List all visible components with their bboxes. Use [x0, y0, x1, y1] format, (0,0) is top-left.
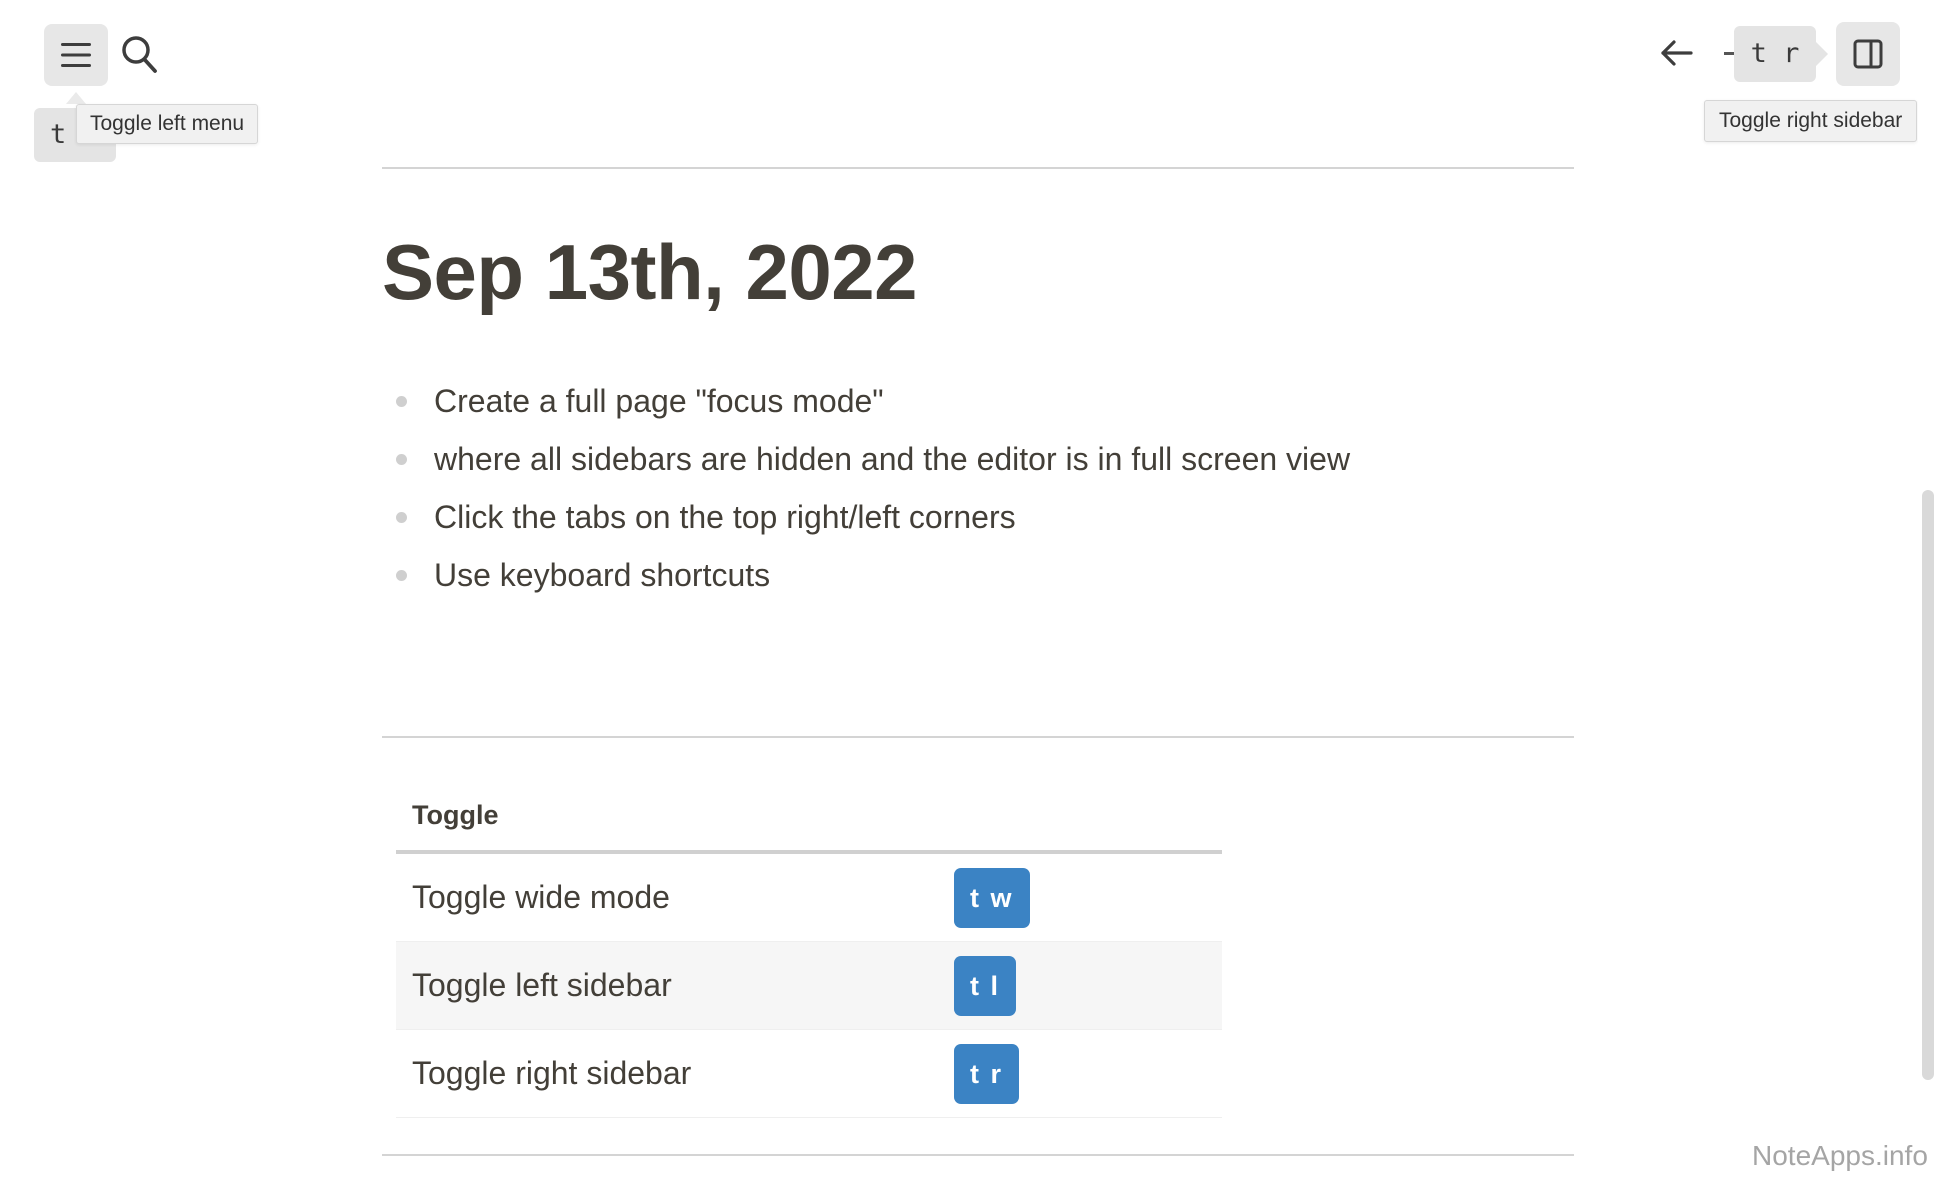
divider-middle: [382, 736, 1574, 738]
watermark: NoteApps.info: [1752, 1140, 1928, 1171]
bullet-block[interactable]: Use keyboard shortcuts: [382, 546, 1350, 604]
page-title[interactable]: Sep 13th, 2022: [382, 222, 917, 322]
back-button[interactable]: [1654, 30, 1700, 76]
table-row: Toggle left sidebar t l: [396, 941, 1222, 1030]
shortcut-key-badge: t l: [954, 955, 1016, 1016]
shortcut-keys-cell: t w: [953, 852, 1222, 942]
bullet-dot[interactable]: [396, 570, 407, 581]
shortcut-label: Toggle wide mode: [396, 852, 953, 942]
table-header: Toggle: [396, 780, 1222, 854]
shortcut-label: Toggle right sidebar: [396, 1029, 953, 1118]
bullet-list: Create a full page "focus mode" where al…: [382, 372, 1350, 604]
bullet-block[interactable]: Click the tabs on the top right/left cor…: [382, 488, 1350, 546]
search-icon: [122, 36, 157, 73]
bullet-dot[interactable]: [396, 512, 407, 523]
search-button[interactable]: [118, 32, 162, 78]
bullet-text[interactable]: where all sidebars are hidden and the ed…: [434, 441, 1350, 477]
bullet-dot[interactable]: [396, 396, 407, 407]
toggle-right-sidebar-button[interactable]: [1836, 22, 1900, 86]
bullet-dot[interactable]: [396, 454, 407, 465]
bullet-text[interactable]: Click the tabs on the top right/left cor…: [434, 499, 1016, 535]
tooltip-arrow: [66, 92, 86, 104]
shortcut-label: Toggle left sidebar: [396, 941, 953, 1030]
shortcut-hint-arrow: [1816, 42, 1828, 66]
shortcut-key-badge: t w: [954, 867, 1030, 928]
bullet-text[interactable]: Use keyboard shortcuts: [434, 557, 770, 593]
arrow-left-icon: [1661, 40, 1693, 66]
shortcut-table: Toggle Toggle wide mode t w Toggle left …: [396, 780, 1222, 1118]
divider-bottom: [382, 1154, 1574, 1156]
shortcut-keys-cell: t l: [953, 941, 1222, 1030]
divider-top: [382, 167, 1574, 169]
table-row: Toggle right sidebar t r: [396, 1029, 1222, 1118]
table-row: Toggle wide mode t w: [396, 852, 1222, 942]
bullet-block[interactable]: Create a full page "focus mode": [382, 372, 1350, 430]
toggle-right-sidebar-tooltip: Toggle right sidebar: [1704, 100, 1918, 142]
scrollbar-thumb[interactable]: [1922, 490, 1934, 1080]
toggle-left-menu-button[interactable]: [44, 24, 108, 86]
shortcut-keys-cell: t r: [953, 1029, 1222, 1118]
bullet-text[interactable]: Create a full page "focus mode": [434, 383, 884, 419]
bullet-block[interactable]: where all sidebars are hidden and the ed…: [382, 430, 1350, 488]
sidebar-right-icon: [1853, 39, 1883, 69]
app-window: t l Toggle left menu t r Toggle right si…: [0, 0, 1942, 1178]
hamburger-icon: [61, 43, 91, 67]
shortcut-key-badge: t r: [954, 1043, 1019, 1104]
toggle-left-menu-tooltip: Toggle left menu: [76, 104, 259, 144]
right-sidebar-shortcut-hint: t r: [1734, 26, 1816, 82]
